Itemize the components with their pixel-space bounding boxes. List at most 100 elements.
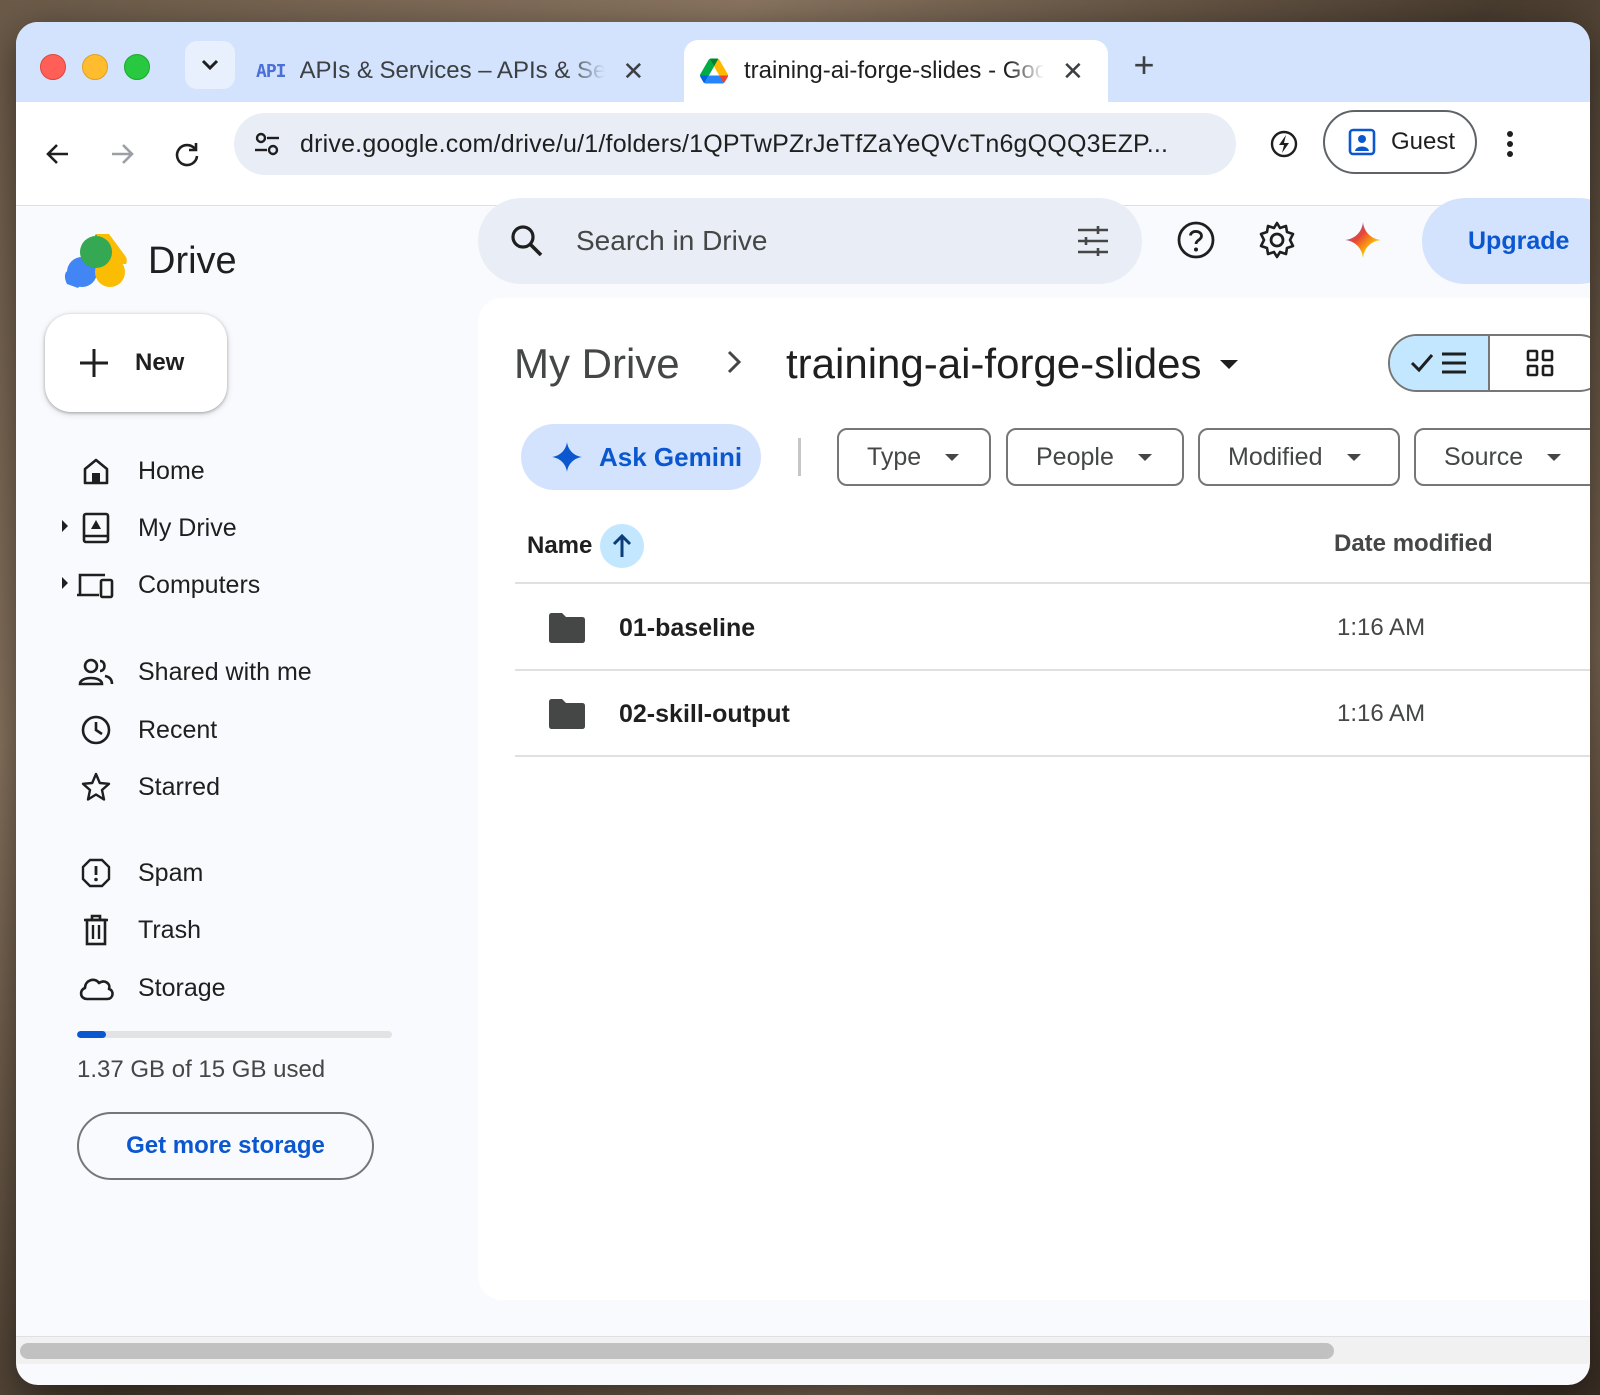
sidebar-item-label: Computers: [138, 570, 261, 599]
column-header-date-modified[interactable]: Date modified: [1334, 530, 1493, 558]
site-settings-icon[interactable]: [252, 129, 282, 159]
file-date-modified: 1:16 AM: [1337, 614, 1426, 641]
main-content: My Drive training-ai-forge-slides Ask Ge…: [478, 298, 1590, 1300]
new-tab-button[interactable]: +: [1124, 44, 1164, 86]
search-input[interactable]: Search in Drive: [576, 225, 1076, 257]
sidebar-item-my-drive[interactable]: My Drive: [62, 506, 237, 550]
dropdown-arrow-icon: [945, 453, 960, 461]
file-date-modified: 1:16 AM: [1337, 700, 1426, 727]
list-view-button[interactable]: [1390, 336, 1490, 390]
ask-gemini-button[interactable]: Ask Gemini: [521, 424, 761, 490]
sidebar-item-label: Home: [138, 456, 205, 485]
folder-menu-dropdown-icon: [1219, 359, 1238, 369]
folder-icon: [549, 613, 585, 643]
chevron-down-icon: [201, 59, 219, 71]
grid-icon: [1526, 349, 1554, 377]
file-name: 01-baseline: [619, 613, 756, 642]
filter-chip-type[interactable]: Type: [837, 428, 991, 486]
column-header-name[interactable]: Name: [527, 524, 645, 568]
search-icon[interactable]: [510, 224, 544, 258]
arrow-up-icon: [613, 533, 632, 557]
filter-chip-label: People: [1036, 442, 1114, 471]
sidebar-item-home[interactable]: Home: [76, 449, 205, 493]
sidebar-item-computers[interactable]: Computers: [62, 563, 261, 607]
upgrade-button[interactable]: Upgrade: [1422, 198, 1590, 284]
spark-icon: [552, 442, 582, 472]
close-tab-icon[interactable]: ✕: [623, 56, 645, 87]
more-vert-icon[interactable]: [1506, 130, 1514, 158]
back-button[interactable]: [42, 138, 74, 170]
row-divider: [515, 582, 1590, 584]
tab-apis-services[interactable]: API APIs & Services – APIs & Services – …: [256, 40, 686, 102]
expand-caret-icon[interactable]: [62, 520, 68, 532]
grid-view-button[interactable]: [1490, 336, 1590, 390]
ask-gemini-label: Ask Gemini: [599, 441, 743, 472]
sidebar-item-label: Trash: [138, 915, 201, 944]
settings-gear-icon[interactable]: [1257, 220, 1297, 260]
home-icon: [76, 451, 116, 491]
sidebar-item-recent[interactable]: Recent: [76, 708, 217, 752]
sidebar-item-starred[interactable]: Starred: [76, 765, 220, 809]
browser-toolbar: drive.google.com/drive/u/1/folders/1QPTw…: [16, 102, 1590, 206]
sidebar-item-spam[interactable]: Spam: [76, 851, 203, 895]
reload-button[interactable]: [171, 138, 203, 170]
shared-icon: [76, 652, 116, 692]
profile-label: Guest: [1391, 128, 1456, 155]
new-button-label: New: [135, 349, 185, 376]
api-icon: API: [256, 60, 286, 82]
arrow-left-icon: [46, 144, 68, 164]
expand-caret-icon[interactable]: [62, 577, 68, 589]
folder-title: training-ai-forge-slides: [786, 340, 1202, 387]
tab-drive-folder[interactable]: training-ai-forge-slides - Google Drive …: [684, 40, 1108, 102]
close-tab-icon[interactable]: ✕: [1062, 56, 1084, 87]
horizontal-scrollbar[interactable]: [16, 1336, 1590, 1364]
close-window-button[interactable]: [40, 54, 66, 80]
performance-icon[interactable]: [1268, 128, 1300, 160]
breadcrumb-my-drive[interactable]: My Drive: [514, 340, 680, 388]
filter-chip-people[interactable]: People: [1006, 428, 1184, 486]
breadcrumb-current-folder[interactable]: training-ai-forge-slides: [786, 340, 1238, 388]
storage-meter-fill: [77, 1031, 106, 1038]
tab-search-button[interactable]: [185, 41, 235, 89]
minimize-window-button[interactable]: [82, 54, 108, 80]
reload-icon: [175, 143, 199, 167]
brand-name: Drive: [148, 239, 237, 282]
dropdown-arrow-icon: [1346, 453, 1361, 461]
sidebar-item-label: Storage: [138, 973, 226, 1002]
help-icon[interactable]: [1176, 220, 1216, 260]
spam-icon: [76, 853, 116, 893]
column-header-label: Name: [527, 532, 593, 559]
sidebar-item-trash[interactable]: Trash: [76, 908, 201, 952]
folder-icon: [549, 699, 585, 729]
get-more-storage-button[interactable]: Get more storage: [77, 1112, 374, 1180]
sort-ascending-button[interactable]: [600, 524, 645, 568]
dropdown-arrow-icon: [1547, 453, 1562, 461]
filter-chip-modified[interactable]: Modified: [1198, 428, 1400, 486]
scrollbar-thumb[interactable]: [20, 1343, 1334, 1359]
search-bar[interactable]: Search in Drive: [478, 198, 1142, 284]
forward-button[interactable]: [106, 138, 138, 170]
clock-icon: [76, 710, 116, 750]
google-drive-icon: [64, 234, 127, 288]
filter-chip-source[interactable]: Source: [1414, 428, 1590, 486]
sidebar-item-storage[interactable]: Storage: [76, 966, 226, 1010]
maximize-window-button[interactable]: [124, 54, 150, 80]
check-list-icon: [1410, 352, 1466, 374]
sidebar-item-shared-with-me[interactable]: Shared with me: [76, 650, 312, 694]
address-bar[interactable]: drive.google.com/drive/u/1/folders/1QPTw…: [234, 113, 1236, 175]
file-row[interactable]: 01-baseline 1:16 AM: [515, 585, 1590, 671]
google-drive-icon: [700, 58, 728, 84]
plus-icon: [80, 349, 108, 377]
filter-chip-label: Source: [1444, 442, 1524, 471]
profile-button[interactable]: Guest: [1323, 110, 1477, 174]
drive-logo[interactable]: Drive: [64, 232, 237, 290]
gemini-spark-icon[interactable]: [1343, 220, 1383, 260]
file-name: 02-skill-output: [619, 699, 790, 728]
new-button[interactable]: New: [45, 314, 227, 412]
search-options-icon[interactable]: [1076, 226, 1110, 256]
tab-strip: API APIs & Services – APIs & Services – …: [16, 22, 1590, 102]
dropdown-arrow-icon: [1137, 453, 1152, 461]
file-row[interactable]: 02-skill-output 1:16 AM: [515, 671, 1590, 757]
chip-divider: [798, 438, 801, 476]
sidebar-item-label: Shared with me: [138, 657, 312, 686]
